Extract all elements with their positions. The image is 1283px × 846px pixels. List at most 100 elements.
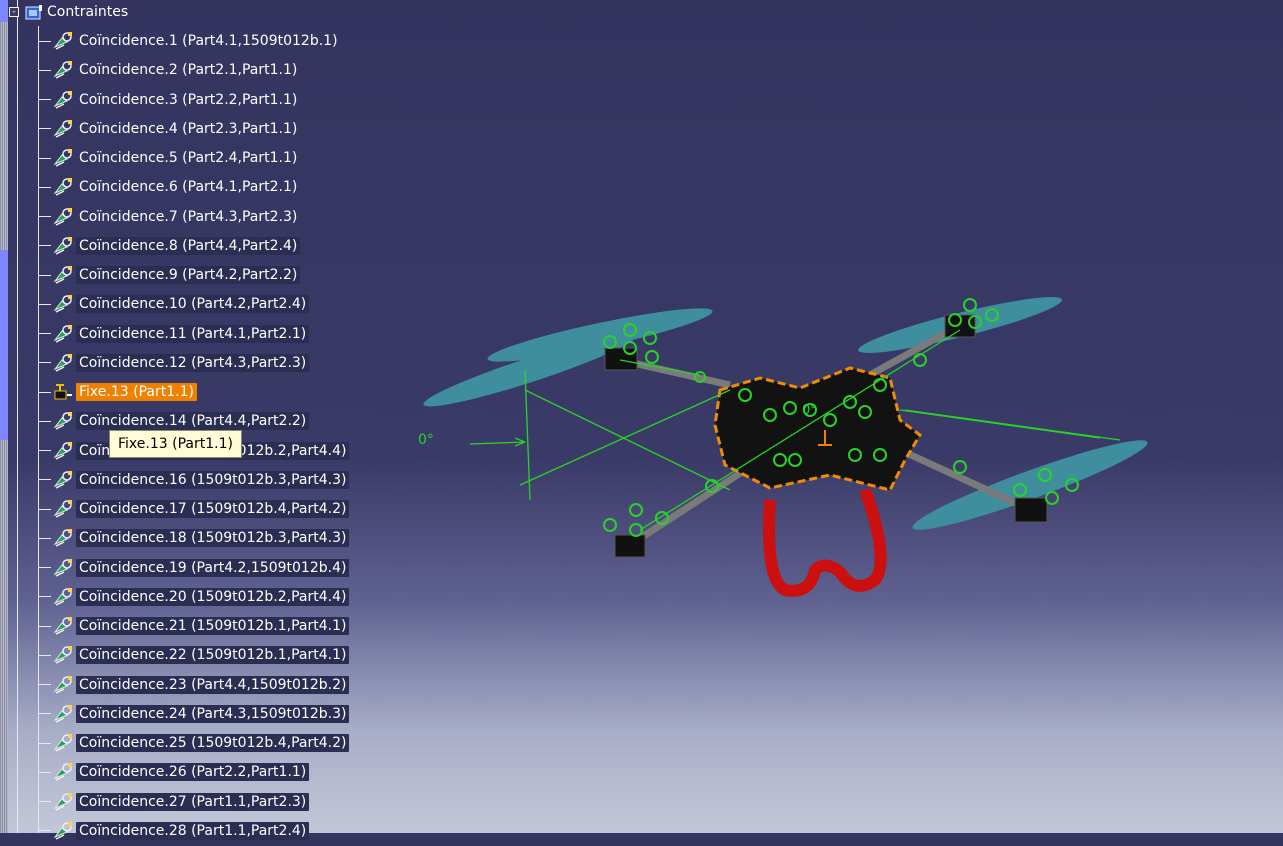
tree-connector-tick: [39, 450, 51, 451]
tree-connector-tick: [39, 69, 51, 71]
coincidence-constraint-icon: [52, 527, 74, 549]
tree-connector-tick: [39, 216, 51, 217]
tree-item-label: Coïncidence.9 (Part4.2,Part2.2): [76, 266, 301, 284]
tree-item[interactable]: Coïncidence.2 (Part2.1,Part1.1): [39, 58, 300, 82]
collapse-toggle[interactable]: -: [9, 7, 19, 17]
specification-tree: - Contraintes Coïncidence.1 (Part4.1,150…: [0, 0, 420, 840]
tree-connector-tick: [39, 274, 51, 276]
tree-item-label: Coïncidence.4 (Part2.3,Part1.1): [79, 120, 298, 137]
coincidence-constraint-icon: [52, 791, 74, 813]
tree-item-label: Coïncidence.18 (1509t012b.3,Part4.3): [76, 529, 350, 548]
tree-item-label: Coïncidence.8 (Part4.4,Part2.4): [76, 236, 301, 255]
tree-node-contraintes[interactable]: - Contraintes: [9, 1, 128, 23]
tree-item[interactable]: Coïncidence.18 (1509t012b.3,Part4.3): [39, 526, 350, 550]
tree-connector-root: [17, 0, 18, 833]
tree-connector-tick: [39, 625, 51, 627]
tree-item-label: Coïncidence.23 (Part4.4,1509t012b.2): [76, 675, 350, 694]
tree-item[interactable]: Coïncidence.8 (Part4.4,Part2.4): [39, 234, 301, 258]
propeller-front-right[interactable]: [908, 429, 1152, 541]
coincidence-constraint-icon: [52, 206, 74, 228]
tree-item[interactable]: Coïncidence.22 (1509t012b.1,Part4.1): [39, 643, 350, 667]
tree-connector-tick: [39, 567, 51, 568]
tree-connector-tick: [39, 713, 51, 715]
angle-label: 0°: [418, 432, 434, 448]
coincidence-constraint-icon: [52, 293, 74, 315]
tooltip: Fixe.13 (Part1.1): [109, 430, 242, 458]
coincidence-constraint-icon: [52, 674, 74, 696]
tree-item[interactable]: Coïncidence.23 (Part4.4,1509t012b.2): [39, 673, 350, 697]
tree-item[interactable]: Coïncidence.9 (Part4.2,Part2.2): [39, 263, 301, 287]
tree-connector-tick: [39, 157, 51, 159]
tree-connector-tick: [39, 479, 51, 481]
tree-item-label: Coïncidence.19 (Part4.2,1509t012b.4): [76, 558, 350, 577]
tree-item-label: Coïncidence.12 (Part4.3,Part2.3): [76, 353, 310, 372]
tree-item[interactable]: Coïncidence.4 (Part2.3,Part1.1): [39, 117, 300, 141]
tree-connector-tick: [39, 99, 51, 100]
coincidence-constraint-icon: [52, 615, 74, 637]
tree-item[interactable]: Coïncidence.21 (1509t012b.1,Part4.1): [39, 614, 350, 638]
drone-frame[interactable]: [713, 366, 922, 492]
coincidence-constraint-icon: [52, 323, 74, 345]
motor-front-right[interactable]: [1014, 497, 1048, 523]
tree-item-label: Coïncidence.25 (1509t012b.4,Part4.2): [76, 734, 350, 752]
tree-item[interactable]: Coïncidence.27 (Part1.1,Part2.3): [39, 790, 310, 814]
coincidence-constraint-icon: [52, 235, 74, 257]
center-angle-label: 0°: [802, 403, 817, 418]
arm-front-right[interactable]: [898, 446, 1022, 509]
tree-connector-tick: [39, 684, 51, 685]
tree-connector-tick: [39, 391, 51, 393]
tree-connector-tick: [39, 362, 51, 364]
landing-gear[interactable]: [763, 487, 887, 597]
coincidence-constraint-icon: [52, 732, 74, 754]
tree-item-label: Coïncidence.1 (Part4.1,1509t012b.1): [79, 33, 338, 49]
coincidence-constraint-icon: [52, 352, 74, 374]
tree-root-label: Contraintes: [47, 4, 129, 20]
motor-front-left[interactable]: [614, 534, 646, 558]
coincidence-constraint-icon: [52, 820, 74, 842]
tree-item[interactable]: Coïncidence.1 (Part4.1,1509t012b.1): [39, 29, 341, 53]
tree-item[interactable]: Coïncidence.5 (Part2.4,Part1.1): [39, 146, 300, 170]
coincidence-constraint-icon: [52, 557, 74, 579]
tree-item[interactable]: Coïncidence.12 (Part4.3,Part2.3): [39, 351, 310, 375]
tree-item[interactable]: Fixe.13 (Part1.1): [39, 380, 197, 404]
tree-connector-tick: [39, 801, 51, 802]
tree-item[interactable]: Coïncidence.3 (Part2.2,Part1.1): [39, 88, 300, 112]
tree-item[interactable]: Coïncidence.20 (1509t012b.2,Part4.4): [39, 585, 350, 609]
tree-item[interactable]: Coïncidence.10 (Part4.2,Part2.4): [39, 292, 310, 316]
tree-item[interactable]: Coïncidence.28 (Part1.1,Part2.4): [39, 819, 310, 843]
tree-item-label: Coïncidence.10 (Part4.2,Part2.4): [76, 295, 310, 314]
coincidence-constraint-icon: [52, 89, 74, 111]
tree-connector-tick: [39, 186, 51, 188]
tree-connector-tick: [39, 420, 51, 422]
coincidence-constraint-icon: [52, 644, 74, 666]
tree-item[interactable]: Coïncidence.19 (Part4.2,1509t012b.4): [39, 556, 350, 580]
tree-connector-tick: [39, 508, 51, 510]
arm-front-left[interactable]: [628, 467, 747, 548]
tree-connector-tick: [39, 40, 51, 42]
tree-item-label: Coïncidence.7 (Part4.3,Part2.3): [79, 208, 298, 225]
tree-item[interactable]: Coïncidence.26 (Part2.2,Part1.1): [39, 760, 310, 784]
tree-item-label: Coïncidence.26 (Part2.2,Part1.1): [76, 763, 310, 782]
tree-item[interactable]: Coïncidence.7 (Part4.3,Part2.3): [39, 205, 300, 229]
tree-connector-tick: [39, 596, 51, 598]
tree-connector-tick: [39, 333, 51, 334]
coincidence-constraint-icon: [52, 440, 74, 462]
3d-viewport[interactable]: 0° 0°: [400, 260, 1200, 620]
tree-item-label-highlighted: Fixe.13 (Part1.1): [76, 383, 197, 401]
tree-connector-tick: [39, 245, 51, 247]
tree-connector-tick: [39, 830, 51, 832]
tree-item[interactable]: Coïncidence.16 (1509t012b.3,Part4.3): [39, 468, 350, 492]
tree-connector-tick: [39, 771, 51, 773]
tree-item-label: Coïncidence.17 (1509t012b.4,Part4.2): [76, 500, 350, 518]
tree-connector-tick: [39, 128, 51, 130]
propeller-back-left[interactable]: [485, 299, 715, 370]
motor-back-left[interactable]: [604, 347, 638, 371]
coincidence-constraint-icon: [52, 410, 74, 432]
coincidence-constraint-icon: [52, 30, 74, 52]
tree-item[interactable]: Coïncidence.25 (1509t012b.4,Part4.2): [39, 731, 350, 755]
tree-item[interactable]: Coïncidence.17 (1509t012b.4,Part4.2): [39, 497, 350, 521]
tree-connector-tick: [39, 742, 51, 744]
tree-item[interactable]: Coïncidence.6 (Part4.1,Part2.1): [39, 175, 300, 199]
tree-item[interactable]: Coïncidence.11 (Part4.1,Part2.1): [39, 322, 310, 346]
tree-item[interactable]: Coïncidence.24 (Part4.3,1509t012b.3): [39, 702, 350, 726]
